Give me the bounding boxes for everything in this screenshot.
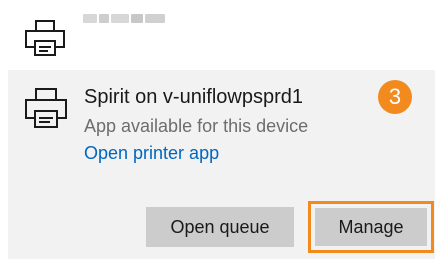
- step-number-badge: 3: [378, 80, 412, 114]
- printer-status: App available for this device: [84, 116, 309, 136]
- printer-card-selected[interactable]: Spirit on v-uniflowpsprd1 App available …: [8, 70, 435, 259]
- printer-list-item-top[interactable]: [0, 0, 443, 68]
- open-printer-app-link[interactable]: Open printer app: [84, 143, 219, 164]
- printer-icon: [25, 88, 67, 128]
- printer-name: Spirit on v-uniflowpsprd1: [84, 86, 303, 108]
- printer-icon: [25, 20, 65, 56]
- manage-button[interactable]: Manage: [315, 208, 427, 246]
- blurred-printer-name: [83, 10, 171, 26]
- open-queue-button[interactable]: Open queue: [146, 207, 294, 247]
